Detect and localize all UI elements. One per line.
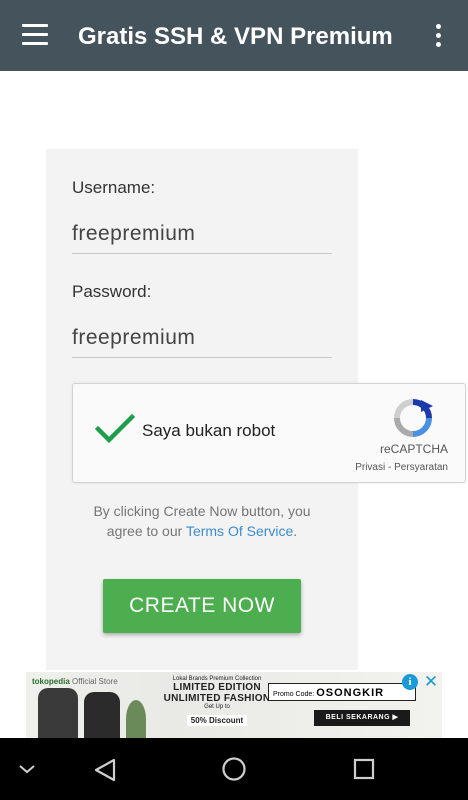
username-field[interactable]: freepremium xyxy=(72,215,332,254)
ad-close-icon[interactable]: ✕ xyxy=(422,672,440,692)
recaptcha-links[interactable]: Privasi - Persyaratan xyxy=(355,462,448,473)
password-label: Password: xyxy=(72,282,152,301)
recents-icon[interactable] xyxy=(352,757,376,781)
ad-promo-code: Promo Code: OSONGKIR xyxy=(268,683,416,701)
ad-model-image xyxy=(38,688,78,738)
username-label: Username: xyxy=(72,178,156,197)
system-nav-bar xyxy=(0,738,468,800)
back-icon[interactable] xyxy=(92,757,118,783)
password-field[interactable]: freepremium xyxy=(72,319,332,358)
ad-brand: tokopedia Official Store xyxy=(32,677,118,686)
recaptcha-brand: reCAPTCHA xyxy=(379,442,448,456)
recaptcha-widget: Saya bukan robot reCAPTCHA Privasi - Per… xyxy=(72,383,466,483)
app-bar: Gratis SSH & VPN Premium xyxy=(0,0,468,71)
chevron-down-icon[interactable] xyxy=(18,762,36,776)
ad-banner[interactable]: tokopedia Official Store Lokal Brands Pr… xyxy=(26,672,442,738)
ad-model-image-2 xyxy=(84,692,120,738)
create-now-button[interactable]: CREATE NOW xyxy=(103,579,301,633)
app-title: Gratis SSH & VPN Premium xyxy=(78,23,393,50)
captcha-checkmark-icon[interactable] xyxy=(95,414,135,444)
recaptcha-logo-icon xyxy=(394,399,433,437)
ad-info-icon[interactable]: i xyxy=(402,674,418,690)
captcha-label: Saya bukan robot xyxy=(142,421,276,440)
home-icon[interactable] xyxy=(221,756,247,782)
ad-headline: Lokal Brands Premium Collection LIMITED … xyxy=(163,676,271,726)
terms-link[interactable]: Terms Of Service xyxy=(186,523,293,539)
more-vert-icon[interactable] xyxy=(430,24,446,48)
terms-text: By clicking Create Now button, you agree… xyxy=(80,501,324,541)
ad-plant-image xyxy=(126,700,146,738)
hamburger-menu-icon[interactable] xyxy=(22,24,48,46)
terms-suffix: . xyxy=(293,523,298,539)
ad-cta-button[interactable]: BELI SEKARANG ▶ xyxy=(314,710,410,726)
